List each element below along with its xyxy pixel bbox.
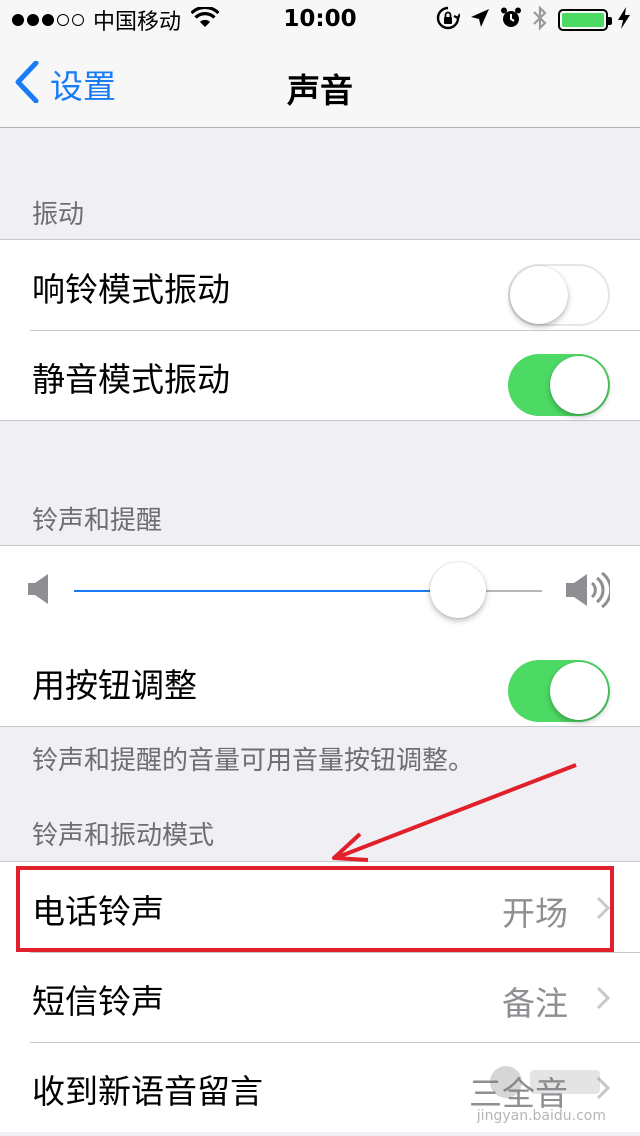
annotation-arrow bbox=[332, 763, 577, 862]
watermark-url: jingyan.baidu.com bbox=[476, 1108, 606, 1124]
watermark bbox=[486, 1062, 606, 1112]
watermark-logo-image bbox=[486, 1066, 606, 1112]
